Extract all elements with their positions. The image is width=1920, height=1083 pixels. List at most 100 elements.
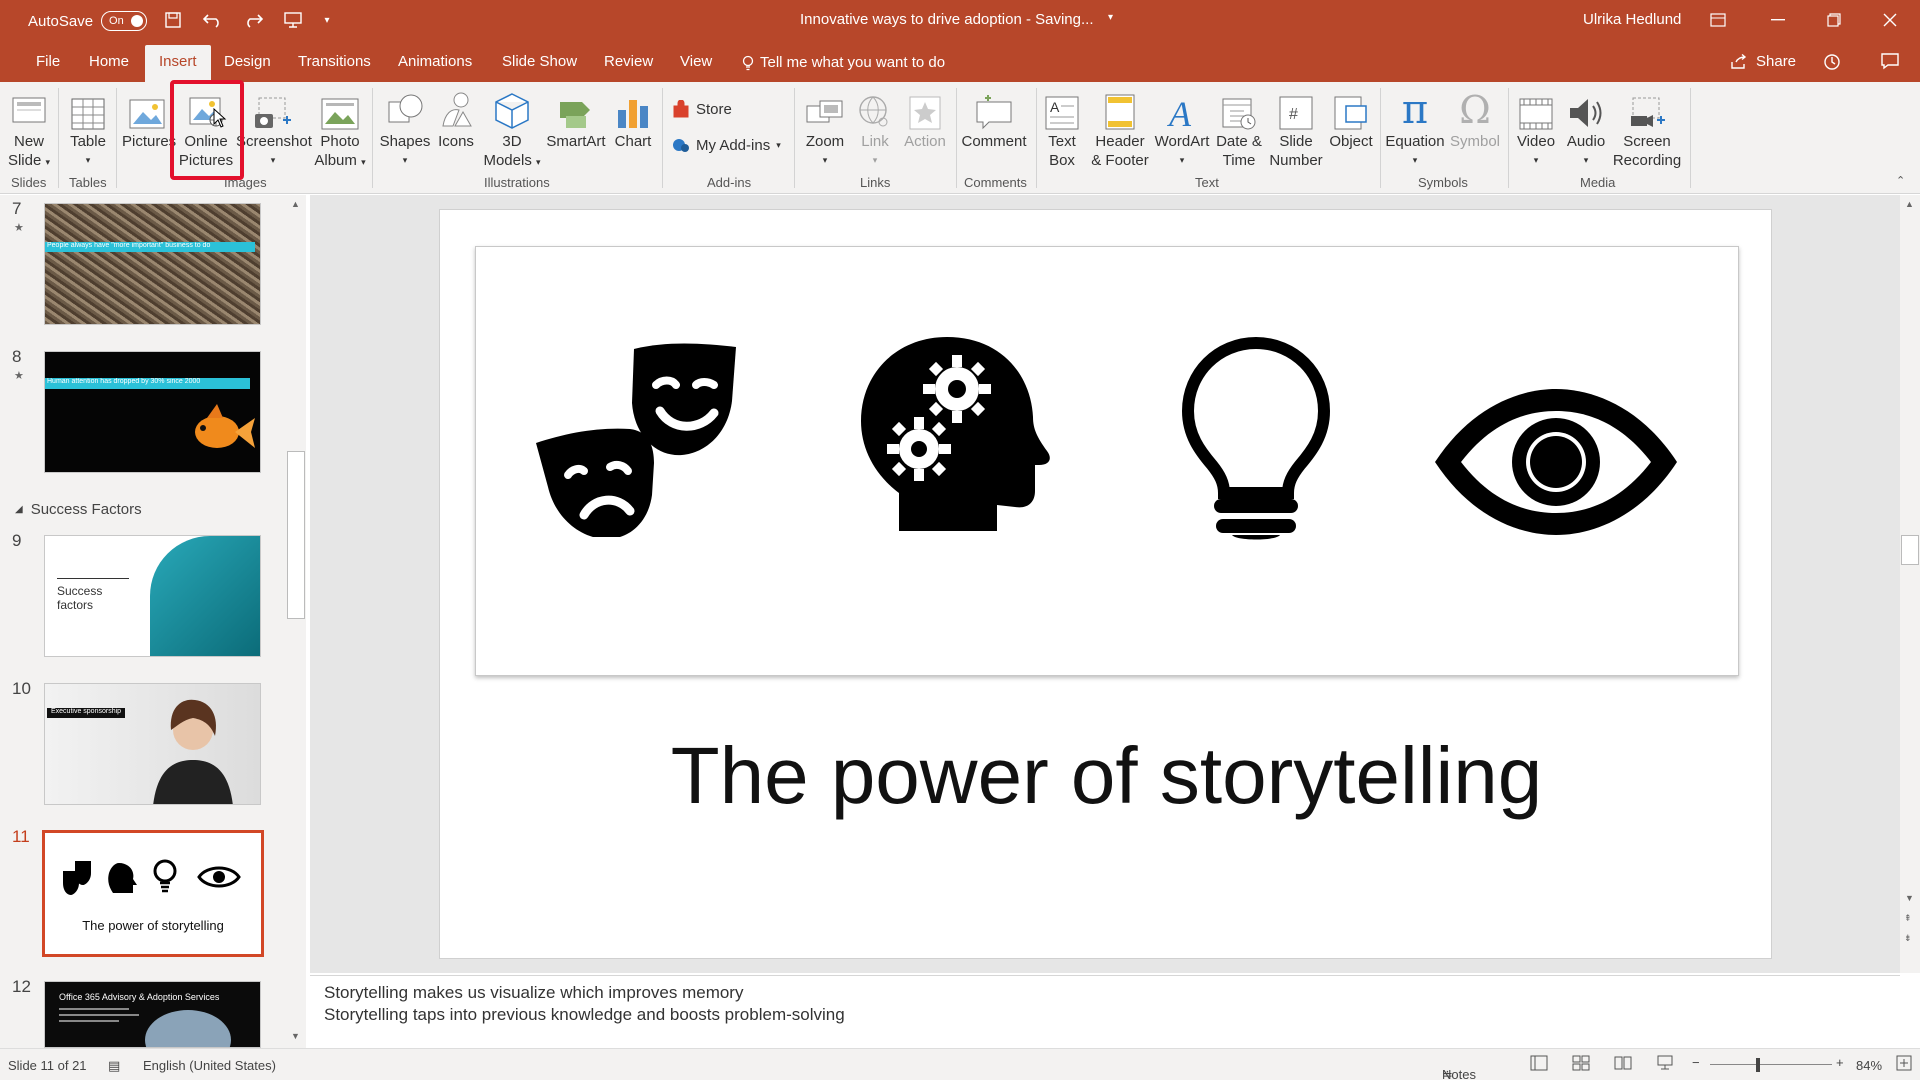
spelling-check-icon[interactable]: ▤ [108,1058,120,1074]
slide-9-thumbnail[interactable]: Success factors [44,535,261,657]
redo-icon[interactable] [240,9,266,31]
tab-design[interactable]: Design [210,40,285,82]
save-icon[interactable] [160,9,186,31]
smartart-button[interactable]: SmartArt [544,88,608,151]
collapse-section-icon[interactable]: ◢ [15,504,23,515]
slide-8-thumbnail[interactable]: Human attention has dropped by 30% since… [44,351,261,473]
zoom-slider[interactable] [1710,1064,1832,1065]
present-from-start-icon[interactable] [280,9,306,31]
screenshot-icon [236,88,310,130]
comment-button[interactable]: Comment [960,88,1028,151]
symbol-button[interactable]: Ω Symbol [1448,88,1502,151]
notes-pane[interactable]: Storytelling makes us visualize which im… [310,975,1900,1048]
action-button[interactable]: Action [900,88,950,151]
slide-7-thumbnail[interactable]: People always have "more important" busi… [44,203,261,325]
thumbnail-scroll-thumb[interactable] [287,451,305,619]
screenshot-button[interactable]: Screenshot ▾ [236,88,312,170]
3d-cube-icon [482,88,542,130]
editor-scrollbar[interactable]: ▲ ▼ ⇞ ⇟ [1900,195,1920,973]
equation-button[interactable]: π Equation ▾ [1382,88,1448,170]
tell-me-box[interactable]: Tell me what you want to do [742,54,945,71]
store-button[interactable]: Store [672,100,732,118]
head-gears-icon[interactable] [861,337,1061,537]
slide-11-thumbnail[interactable]: The power of storytelling [42,830,264,957]
store-label: Store [696,100,732,118]
language-indicator[interactable]: English (United States) [143,1058,276,1073]
slide-10-thumbnail[interactable]: Executive sponsorship [44,683,261,805]
video-icon [1512,88,1560,130]
text-box-button[interactable]: A Text Box [1040,88,1084,170]
slide-show-icon[interactable] [1656,1055,1674,1074]
tab-home[interactable]: Home [75,40,143,82]
undo-icon[interactable] [200,9,226,31]
table-label: Table [70,133,106,150]
photo-album-icon [312,88,368,130]
normal-view-icon[interactable] [1530,1055,1548,1074]
zoom-button[interactable]: Zoom ▾ [800,88,850,170]
slide-title[interactable]: The power of storytelling [440,730,1773,822]
close-icon[interactable] [1862,0,1918,40]
3d-models-button[interactable]: 3D Models ▾ [482,88,542,172]
date-time-button[interactable]: Date & Time [1212,88,1266,170]
section-success-factors[interactable]: ◢ Success Factors [15,501,142,518]
autosave-toggle[interactable]: On [101,11,148,31]
minimize-icon[interactable] [1750,0,1806,40]
shapes-button[interactable]: Shapes ▾ [378,88,432,170]
audio-button[interactable]: Audio ▾ [1562,88,1610,170]
video-button[interactable]: Video ▾ [1512,88,1560,170]
comments-icon[interactable] [1880,52,1900,75]
previous-slide-icon[interactable]: ⇞ [1904,913,1912,924]
slide-number-button[interactable]: # Slide Number [1266,88,1326,170]
symbol-label: Symbol [1449,133,1501,150]
history-icon[interactable] [1822,52,1842,77]
icons-picture-frame[interactable] [475,246,1739,676]
slide-12-thumbnail[interactable]: Office 365 Advisory & Adoption Services [44,981,261,1048]
user-name[interactable]: Ulrika Hedlund [1583,11,1681,28]
header-footer-button[interactable]: Header & Footer [1088,88,1152,170]
tab-file[interactable]: File [22,40,74,82]
editor-scroll-thumb[interactable] [1901,535,1919,565]
zoom-out-icon[interactable]: − [1692,1055,1700,1070]
chart-button[interactable]: Chart [612,88,654,151]
share-button[interactable]: Share [1730,53,1796,70]
ribbon-display-options-icon[interactable] [1690,0,1746,40]
text-box-icon: A [1040,88,1084,130]
lightbulb-icon[interactable] [1176,337,1336,541]
my-addins-icon [673,139,689,152]
eye-icon[interactable] [1431,387,1681,537]
my-addins-button[interactable]: My Add-ins ▾ [672,136,781,154]
table-button[interactable]: Table ▾ [66,88,110,170]
object-icon [1326,88,1376,130]
tab-slide-show[interactable]: Slide Show [488,40,591,82]
status-bar: Slide 11 of 21 ▤ English (United States)… [0,1048,1920,1082]
slide-sorter-icon[interactable] [1572,1055,1590,1074]
new-slide-button[interactable]: New Slide ▾ [6,88,52,172]
wordart-button[interactable]: A WordArt ▾ [1154,88,1210,170]
zoom-level[interactable]: 84% [1856,1058,1882,1073]
tab-view[interactable]: View [666,40,726,82]
next-slide-icon[interactable]: ⇟ [1904,933,1912,944]
screen-recording-button[interactable]: Screen Recording [1612,88,1682,170]
object-button[interactable]: Object [1326,88,1376,151]
title-chevron-icon[interactable]: ▾ [1108,12,1113,23]
customize-qat-icon[interactable]: ▾ [314,9,340,31]
fit-slide-icon[interactable] [1896,1055,1912,1074]
zoom-slider-handle[interactable] [1756,1058,1760,1072]
collapse-ribbon-icon[interactable]: ⌃ [1896,174,1905,187]
pictures-button[interactable]: Pictures [122,88,176,151]
zoom-in-icon[interactable]: + [1836,1055,1844,1070]
reading-view-icon[interactable] [1614,1055,1632,1074]
tab-review[interactable]: Review [590,40,667,82]
restore-icon[interactable] [1806,0,1862,40]
thumbnail-scrollbar[interactable]: ▲ ▼ [286,195,306,1048]
tab-animations[interactable]: Animations [384,40,486,82]
autosave[interactable]: AutoSave On [28,11,148,31]
icons-button[interactable]: Icons [434,88,478,151]
slide-9-image [150,536,260,656]
photo-album-button[interactable]: Photo Album ▾ [312,88,368,172]
tab-transitions[interactable]: Transitions [284,40,385,82]
theater-masks-icon[interactable] [536,337,736,537]
tab-insert[interactable]: Insert [145,45,211,82]
current-slide[interactable]: The power of storytelling [439,209,1772,959]
link-button[interactable]: Link ▾ [854,88,896,170]
